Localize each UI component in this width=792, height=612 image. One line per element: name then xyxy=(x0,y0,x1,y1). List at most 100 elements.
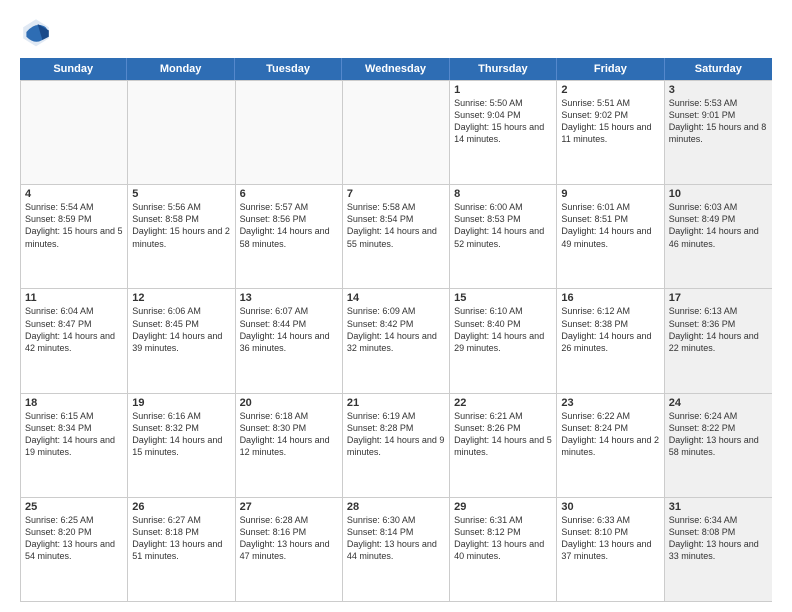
day-info: Sunrise: 6:06 AM Sunset: 8:45 PM Dayligh… xyxy=(132,305,230,354)
day-info: Sunrise: 5:57 AM Sunset: 8:56 PM Dayligh… xyxy=(240,201,338,250)
day-number: 23 xyxy=(561,397,659,409)
calendar-cell: 22Sunrise: 6:21 AM Sunset: 8:26 PM Dayli… xyxy=(450,394,557,497)
day-info: Sunrise: 6:09 AM Sunset: 8:42 PM Dayligh… xyxy=(347,305,445,354)
calendar-cell: 27Sunrise: 6:28 AM Sunset: 8:16 PM Dayli… xyxy=(236,498,343,601)
calendar-cell: 15Sunrise: 6:10 AM Sunset: 8:40 PM Dayli… xyxy=(450,289,557,392)
calendar-cell: 4Sunrise: 5:54 AM Sunset: 8:59 PM Daylig… xyxy=(21,185,128,288)
calendar-cell xyxy=(128,81,235,184)
calendar-cell: 5Sunrise: 5:56 AM Sunset: 8:58 PM Daylig… xyxy=(128,185,235,288)
day-number: 25 xyxy=(25,501,123,513)
day-number: 5 xyxy=(132,188,230,200)
calendar-cell: 10Sunrise: 6:03 AM Sunset: 8:49 PM Dayli… xyxy=(665,185,772,288)
logo xyxy=(20,16,56,48)
calendar-cell: 17Sunrise: 6:13 AM Sunset: 8:36 PM Dayli… xyxy=(665,289,772,392)
day-info: Sunrise: 6:18 AM Sunset: 8:30 PM Dayligh… xyxy=(240,410,338,459)
day-header-wednesday: Wednesday xyxy=(342,58,449,80)
day-info: Sunrise: 6:00 AM Sunset: 8:53 PM Dayligh… xyxy=(454,201,552,250)
day-info: Sunrise: 6:07 AM Sunset: 8:44 PM Dayligh… xyxy=(240,305,338,354)
calendar-cell: 3Sunrise: 5:53 AM Sunset: 9:01 PM Daylig… xyxy=(665,81,772,184)
calendar: SundayMondayTuesdayWednesdayThursdayFrid… xyxy=(20,58,772,602)
day-number: 11 xyxy=(25,292,123,304)
day-header-thursday: Thursday xyxy=(450,58,557,80)
calendar-cell: 31Sunrise: 6:34 AM Sunset: 8:08 PM Dayli… xyxy=(665,498,772,601)
calendar-cell: 2Sunrise: 5:51 AM Sunset: 9:02 PM Daylig… xyxy=(557,81,664,184)
day-number: 10 xyxy=(669,188,768,200)
day-info: Sunrise: 6:30 AM Sunset: 8:14 PM Dayligh… xyxy=(347,514,445,563)
day-info: Sunrise: 5:54 AM Sunset: 8:59 PM Dayligh… xyxy=(25,201,123,250)
calendar-cell: 26Sunrise: 6:27 AM Sunset: 8:18 PM Dayli… xyxy=(128,498,235,601)
day-header-friday: Friday xyxy=(557,58,664,80)
calendar-cell: 25Sunrise: 6:25 AM Sunset: 8:20 PM Dayli… xyxy=(21,498,128,601)
day-info: Sunrise: 5:58 AM Sunset: 8:54 PM Dayligh… xyxy=(347,201,445,250)
day-info: Sunrise: 5:53 AM Sunset: 9:01 PM Dayligh… xyxy=(669,97,768,146)
calendar-cell xyxy=(21,81,128,184)
day-number: 1 xyxy=(454,84,552,96)
calendar-cell: 28Sunrise: 6:30 AM Sunset: 8:14 PM Dayli… xyxy=(343,498,450,601)
day-number: 9 xyxy=(561,188,659,200)
day-info: Sunrise: 5:56 AM Sunset: 8:58 PM Dayligh… xyxy=(132,201,230,250)
calendar-cell: 14Sunrise: 6:09 AM Sunset: 8:42 PM Dayli… xyxy=(343,289,450,392)
day-info: Sunrise: 6:10 AM Sunset: 8:40 PM Dayligh… xyxy=(454,305,552,354)
day-number: 7 xyxy=(347,188,445,200)
day-number: 4 xyxy=(25,188,123,200)
calendar-cell: 30Sunrise: 6:33 AM Sunset: 8:10 PM Dayli… xyxy=(557,498,664,601)
calendar-week-1: 1Sunrise: 5:50 AM Sunset: 9:04 PM Daylig… xyxy=(21,80,772,184)
day-number: 14 xyxy=(347,292,445,304)
calendar-cell: 24Sunrise: 6:24 AM Sunset: 8:22 PM Dayli… xyxy=(665,394,772,497)
day-info: Sunrise: 6:03 AM Sunset: 8:49 PM Dayligh… xyxy=(669,201,768,250)
day-number: 21 xyxy=(347,397,445,409)
day-info: Sunrise: 5:50 AM Sunset: 9:04 PM Dayligh… xyxy=(454,97,552,146)
day-info: Sunrise: 6:19 AM Sunset: 8:28 PM Dayligh… xyxy=(347,410,445,459)
day-number: 31 xyxy=(669,501,768,513)
day-info: Sunrise: 6:25 AM Sunset: 8:20 PM Dayligh… xyxy=(25,514,123,563)
day-header-tuesday: Tuesday xyxy=(235,58,342,80)
calendar-cell: 12Sunrise: 6:06 AM Sunset: 8:45 PM Dayli… xyxy=(128,289,235,392)
day-number: 26 xyxy=(132,501,230,513)
calendar-cell: 23Sunrise: 6:22 AM Sunset: 8:24 PM Dayli… xyxy=(557,394,664,497)
day-number: 29 xyxy=(454,501,552,513)
calendar-week-4: 18Sunrise: 6:15 AM Sunset: 8:34 PM Dayli… xyxy=(21,393,772,497)
day-info: Sunrise: 6:12 AM Sunset: 8:38 PM Dayligh… xyxy=(561,305,659,354)
calendar-cell: 7Sunrise: 5:58 AM Sunset: 8:54 PM Daylig… xyxy=(343,185,450,288)
day-number: 22 xyxy=(454,397,552,409)
calendar-cell: 21Sunrise: 6:19 AM Sunset: 8:28 PM Dayli… xyxy=(343,394,450,497)
day-number: 27 xyxy=(240,501,338,513)
day-info: Sunrise: 6:13 AM Sunset: 8:36 PM Dayligh… xyxy=(669,305,768,354)
day-number: 19 xyxy=(132,397,230,409)
calendar-cell: 1Sunrise: 5:50 AM Sunset: 9:04 PM Daylig… xyxy=(450,81,557,184)
day-info: Sunrise: 6:28 AM Sunset: 8:16 PM Dayligh… xyxy=(240,514,338,563)
calendar-week-2: 4Sunrise: 5:54 AM Sunset: 8:59 PM Daylig… xyxy=(21,184,772,288)
calendar-week-5: 25Sunrise: 6:25 AM Sunset: 8:20 PM Dayli… xyxy=(21,497,772,601)
day-info: Sunrise: 6:04 AM Sunset: 8:47 PM Dayligh… xyxy=(25,305,123,354)
day-header-saturday: Saturday xyxy=(665,58,772,80)
day-info: Sunrise: 6:21 AM Sunset: 8:26 PM Dayligh… xyxy=(454,410,552,459)
calendar-cell: 9Sunrise: 6:01 AM Sunset: 8:51 PM Daylig… xyxy=(557,185,664,288)
day-number: 18 xyxy=(25,397,123,409)
day-number: 8 xyxy=(454,188,552,200)
day-info: Sunrise: 6:22 AM Sunset: 8:24 PM Dayligh… xyxy=(561,410,659,459)
calendar-cell: 11Sunrise: 6:04 AM Sunset: 8:47 PM Dayli… xyxy=(21,289,128,392)
day-header-monday: Monday xyxy=(127,58,234,80)
calendar-cell: 18Sunrise: 6:15 AM Sunset: 8:34 PM Dayli… xyxy=(21,394,128,497)
day-number: 28 xyxy=(347,501,445,513)
calendar-cell: 20Sunrise: 6:18 AM Sunset: 8:30 PM Dayli… xyxy=(236,394,343,497)
calendar-cell: 29Sunrise: 6:31 AM Sunset: 8:12 PM Dayli… xyxy=(450,498,557,601)
day-number: 20 xyxy=(240,397,338,409)
calendar-cell xyxy=(236,81,343,184)
calendar-cell: 19Sunrise: 6:16 AM Sunset: 8:32 PM Dayli… xyxy=(128,394,235,497)
day-info: Sunrise: 6:27 AM Sunset: 8:18 PM Dayligh… xyxy=(132,514,230,563)
day-number: 12 xyxy=(132,292,230,304)
header xyxy=(20,16,772,48)
day-info: Sunrise: 5:51 AM Sunset: 9:02 PM Dayligh… xyxy=(561,97,659,146)
day-info: Sunrise: 6:31 AM Sunset: 8:12 PM Dayligh… xyxy=(454,514,552,563)
day-info: Sunrise: 6:34 AM Sunset: 8:08 PM Dayligh… xyxy=(669,514,768,563)
calendar-cell xyxy=(343,81,450,184)
calendar-week-3: 11Sunrise: 6:04 AM Sunset: 8:47 PM Dayli… xyxy=(21,288,772,392)
day-number: 24 xyxy=(669,397,768,409)
day-info: Sunrise: 6:24 AM Sunset: 8:22 PM Dayligh… xyxy=(669,410,768,459)
page: SundayMondayTuesdayWednesdayThursdayFrid… xyxy=(0,0,792,612)
day-number: 15 xyxy=(454,292,552,304)
calendar-cell: 6Sunrise: 5:57 AM Sunset: 8:56 PM Daylig… xyxy=(236,185,343,288)
day-number: 16 xyxy=(561,292,659,304)
calendar-body: 1Sunrise: 5:50 AM Sunset: 9:04 PM Daylig… xyxy=(20,80,772,602)
